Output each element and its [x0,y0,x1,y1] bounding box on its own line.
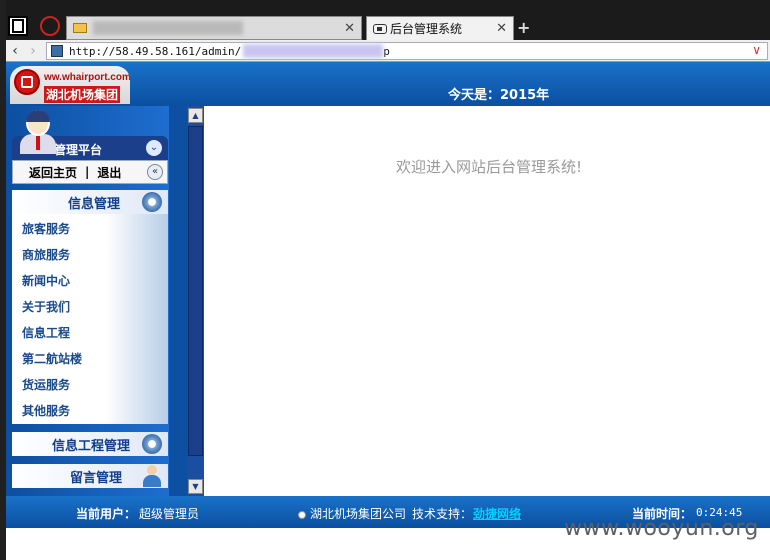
chevron-down-icon[interactable]: ⌄ [146,140,162,156]
redacted-url [243,44,384,58]
menu-item-news[interactable]: 新闻中心 [22,272,70,289]
window-icon[interactable] [8,16,28,36]
avatar [18,110,58,154]
user-value: 超级管理员 [139,507,200,521]
platform-title: 管理平台 [54,143,103,157]
gear-icon [142,434,162,454]
support-label: 技术支持： [412,507,473,521]
logo-name: 湖北机场集团 [44,86,121,103]
forward-arrow-icon[interactable]: › [24,43,42,59]
site-icon [51,45,63,57]
home-link[interactable]: 返回主页 [29,164,77,181]
watermark: www.wooyun.org [564,516,759,541]
menu-item-info-project[interactable]: 信息工程 [22,324,70,341]
bullet-icon [298,510,306,519]
scroll-down-icon[interactable]: ▼ [188,479,203,494]
url-prefix: http://58.49.58.161/admin/ [69,44,242,58]
menu-item-about[interactable]: 关于我们 [22,298,70,315]
tab-inactive[interactable]: ✕ [66,16,362,40]
logout-link[interactable]: 退出 [97,164,121,181]
collapse-icon[interactable]: « [147,164,163,180]
user-label: 当前用户： [76,507,137,521]
menu-item-passenger[interactable]: 旅客服务 [22,220,70,237]
url-suffix: p [383,44,390,58]
company-text: 湖北机场集团公司 [310,507,407,521]
menu-item-other[interactable]: 其他服务 [22,402,70,419]
support-link[interactable]: 劲捷网络 [473,505,521,522]
tab-admin[interactable]: 后台管理系统 ✕ [366,16,514,40]
logo-url: ww.whairport.com [44,72,130,83]
page-icon [373,23,387,34]
url-input[interactable]: http://58.49.58.161/admin/ p ∨ [46,42,768,60]
redacted-tab-title [93,21,243,35]
main-content: 欢迎进入网站后台管理系统! [204,106,768,496]
url-dropdown-icon[interactable]: ∨ [752,43,761,57]
logo-seal-icon [14,69,40,95]
section-project-management[interactable]: 信息工程管理 [12,432,168,456]
section-message-management[interactable]: 留言管理 [12,464,168,488]
tab-close-icon[interactable]: ✕ [496,21,507,36]
user-icon [142,465,162,487]
sidebar: 管理平台 ⌄ 返回主页 | 退出 « 信息管理 旅客服务 商旅服务 新闻中心 关… [6,106,169,496]
new-tab-button[interactable]: + [517,18,530,37]
company-name: 湖北机场集团公司 [298,505,406,522]
menu-item-terminal2[interactable]: 第二航站楼 [22,350,82,367]
gear-icon [142,192,162,212]
section-label: 留言管理 [70,470,123,486]
scroll-thumb[interactable] [188,126,203,456]
address-bar: ‹ › http://58.49.58.161/admin/ p ∨ [6,40,770,62]
section-label: 信息管理 [68,196,121,212]
quick-links: 返回主页 | 退出 « [12,160,168,184]
menu-item-business-travel[interactable]: 商旅服务 [22,246,70,263]
scroll-up-icon[interactable]: ▲ [188,108,203,123]
record-icon[interactable] [40,16,60,36]
folder-icon [73,23,87,33]
logo: ww.whairport.com 湖北机场集团 [10,66,130,104]
date-text: 今天是：2015年 [448,88,550,103]
page-header: ww.whairport.com 湖北机场集团 今天是：2015年 [6,62,770,106]
section-label: 信息工程管理 [52,438,131,454]
back-arrow-icon[interactable]: ‹ [6,43,24,59]
tab-title: 后台管理系统 [390,22,463,36]
section-info-management[interactable]: 信息管理 [12,190,168,214]
sidebar-gap [169,106,187,496]
link-separator: | [85,165,90,179]
info-menu: 旅客服务 商旅服务 新闻中心 关于我们 信息工程 第二航站楼 货运服务 其他服务 [12,214,168,424]
browser-tab-bar: ✕ 后台管理系统 ✕ + [0,0,770,40]
welcome-text: 欢迎进入网站后台管理系统! [396,158,583,176]
tab-close-icon[interactable]: ✕ [344,21,355,36]
scrollbar[interactable]: ▲ ▼ [187,106,204,496]
menu-item-cargo[interactable]: 货运服务 [22,376,70,393]
